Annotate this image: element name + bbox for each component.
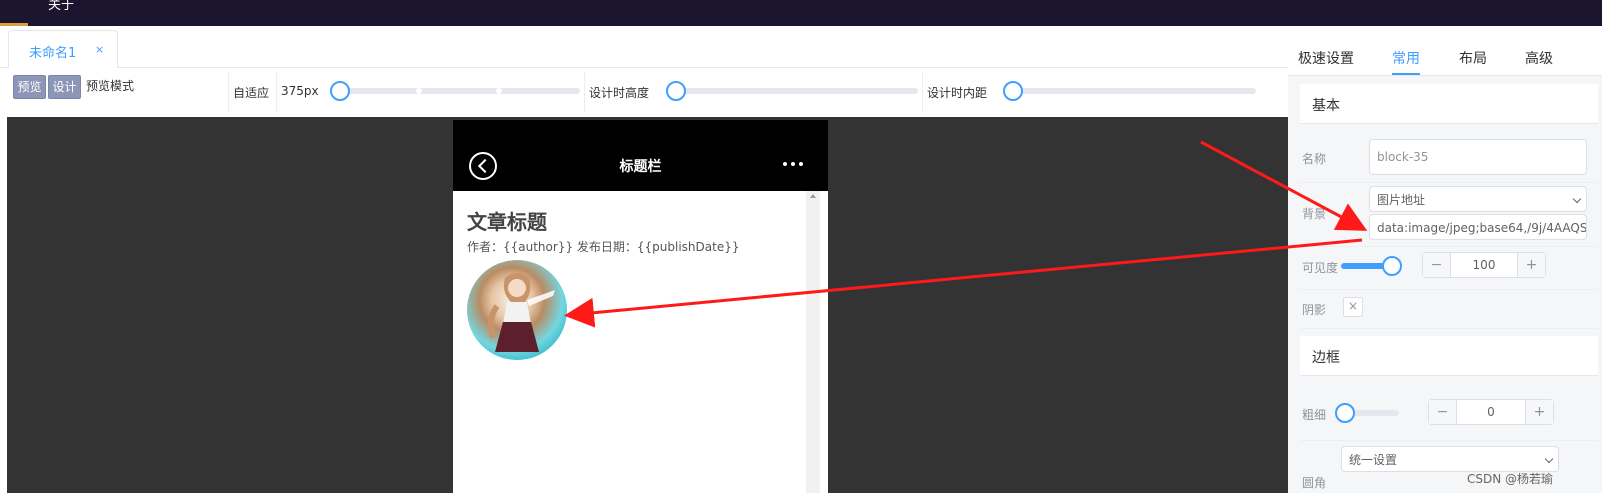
editor-tabbar: 未命名1 × [0, 26, 1288, 69]
decrement-button[interactable]: − [1429, 400, 1457, 424]
thickness-value[interactable]: 0 [1457, 400, 1525, 424]
divider [1300, 328, 1598, 329]
border-mode-value: 统一设置 [1349, 453, 1398, 467]
active-tab-indicator [1392, 73, 1420, 75]
slider-stop [416, 88, 422, 94]
visibility-value[interactable]: 100 [1451, 253, 1517, 277]
divider [276, 72, 277, 112]
mode-label: 预览模式 [86, 79, 135, 93]
article-meta: 作者：{{author}} 发布日期：{{publishDate}} [467, 240, 740, 254]
design-padding-slider-thumb[interactable] [1003, 81, 1023, 101]
divider [1300, 182, 1598, 183]
tab-quick-settings[interactable]: 极速设置 [1298, 48, 1354, 68]
anime-figure-icon [487, 273, 555, 352]
article-title: 文章标题 [467, 210, 547, 234]
phone-preview[interactable]: 标题栏 文章标题 作者：{{author}} 发布日期：{{publishDat… [453, 120, 828, 493]
divider [1300, 289, 1598, 290]
chevron-down-icon [1572, 194, 1582, 204]
divider [228, 72, 229, 112]
section-title: 边框 [1312, 350, 1340, 366]
close-icon[interactable]: × [95, 43, 104, 56]
thickness-slider-thumb[interactable] [1335, 403, 1355, 423]
chevron-down-icon [1544, 454, 1554, 464]
scrollbar[interactable] [806, 191, 820, 493]
background-label: 背景 [1302, 207, 1327, 221]
divider [922, 72, 923, 112]
corner-label: 圆角 [1302, 476, 1327, 490]
design-padding-slider[interactable] [1014, 88, 1256, 94]
tab-untitled-1[interactable]: 未命名1 × [8, 30, 118, 69]
design-padding-label: 设计时内距 [927, 86, 988, 100]
divider [1300, 246, 1598, 247]
name-label: 名称 [1302, 152, 1327, 166]
visibility-label: 可见度 [1302, 261, 1339, 275]
increment-button[interactable]: + [1525, 400, 1553, 424]
divider [584, 72, 585, 112]
design-button[interactable]: 设计 [48, 75, 81, 99]
editor-toolbar: 预览 设计 预览模式 自适应 375px 设计时高度 设计时内距 [0, 68, 1288, 116]
visibility-stepper[interactable]: − 100 + [1422, 252, 1546, 278]
thickness-label: 粗细 [1302, 408, 1327, 422]
design-height-label: 设计时高度 [589, 86, 650, 100]
menu-about[interactable]: 关于 [48, 0, 74, 13]
thickness-stepper[interactable]: − 0 + [1428, 399, 1554, 425]
design-height-slider-thumb[interactable] [666, 81, 686, 101]
phone-title: 标题栏 [619, 159, 662, 175]
phone-title-bar: 标题栏 [453, 120, 828, 191]
tab-advanced[interactable]: 高级 [1525, 48, 1553, 68]
shadow-checkbox[interactable]: × [1343, 297, 1363, 317]
visibility-slider-thumb[interactable] [1382, 256, 1402, 276]
border-mode-select[interactable]: 统一设置 [1341, 446, 1559, 472]
tab-label: 未命名1 [29, 46, 77, 61]
more-icon[interactable] [783, 162, 803, 166]
section-title: 基本 [1312, 98, 1340, 114]
design-height-slider[interactable] [676, 88, 918, 94]
property-panel: 极速设置 常用 布局 高级 基本 名称 block-35 背景 图片地址 dat… [1288, 26, 1602, 493]
width-value: 375px [281, 84, 319, 98]
slider-stop [496, 88, 502, 94]
width-slider[interactable] [338, 88, 580, 94]
avatar-image[interactable] [467, 260, 567, 360]
watermark: CSDN @杨若瑜 [1467, 472, 1554, 486]
adaptive-label: 自适应 [233, 86, 270, 100]
decrement-button[interactable]: − [1423, 253, 1451, 277]
increment-button[interactable]: + [1517, 253, 1545, 277]
background-image-url-input[interactable]: data:image/jpeg;base64,/9j/4AAQSkZJRgABA… [1369, 214, 1587, 240]
scroll-up-icon[interactable] [810, 194, 816, 198]
top-app-bar: 关于 [0, 0, 1602, 26]
preview-button[interactable]: 预览 [13, 75, 46, 99]
background-type-select[interactable]: 图片地址 [1369, 186, 1587, 212]
width-slider-thumb[interactable] [330, 81, 350, 101]
shadow-label: 阴影 [1302, 303, 1327, 317]
tab-common[interactable]: 常用 [1392, 48, 1420, 68]
background-type-value: 图片地址 [1377, 193, 1426, 207]
tab-layout[interactable]: 布局 [1459, 48, 1487, 68]
name-field[interactable]: block-35 [1369, 139, 1587, 175]
section-basic[interactable]: 基本 [1300, 84, 1598, 124]
section-border[interactable]: 边框 [1300, 336, 1598, 376]
panel-tabs: 极速设置 常用 布局 高级 [1288, 26, 1602, 76]
divider [1300, 440, 1598, 441]
